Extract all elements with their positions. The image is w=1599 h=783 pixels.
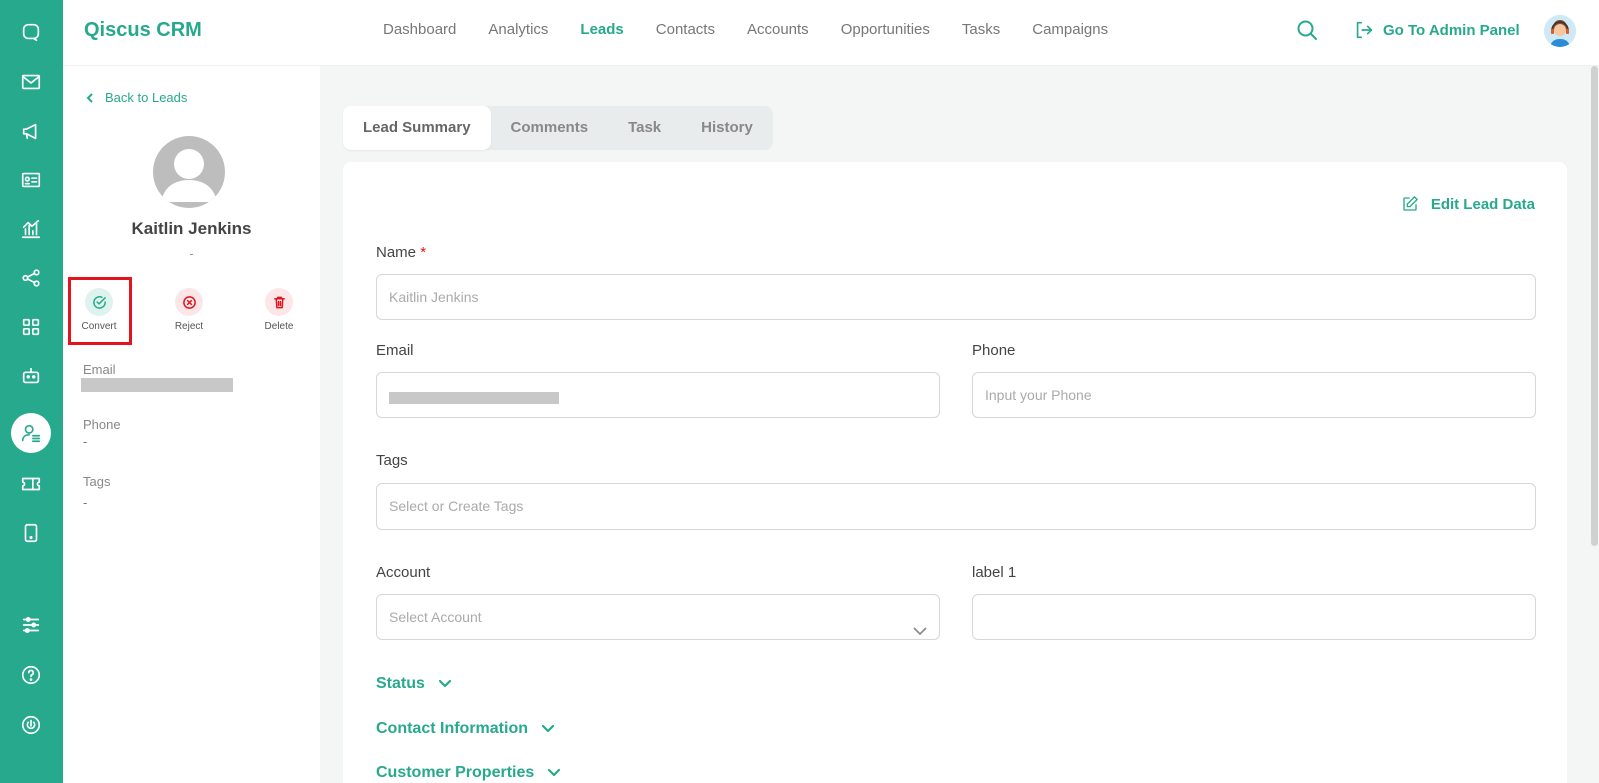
- label1-input[interactable]: [972, 594, 1536, 640]
- tab-comments[interactable]: Comments: [491, 106, 609, 150]
- chevron-down-icon: [541, 724, 555, 733]
- lead-summary-card: Edit Lead Data Name * Kaitlin Jenkins Em…: [343, 162, 1567, 783]
- lead-name: Kaitlin Jenkins: [131, 219, 252, 238]
- x-circle-icon: [175, 288, 203, 316]
- delete-label: Delete: [264, 321, 294, 332]
- lead-avatar: [153, 136, 225, 208]
- bot-icon[interactable]: [11, 356, 51, 396]
- reject-label: Reject: [174, 321, 204, 332]
- name-input[interactable]: Kaitlin Jenkins: [376, 274, 1536, 320]
- chevron-down-icon: [548, 768, 561, 777]
- edit-icon: [1403, 196, 1418, 211]
- page-scrollbar[interactable]: [1591, 66, 1598, 546]
- status-section-label: Status: [376, 675, 425, 692]
- icon-rail: [0, 0, 63, 783]
- nav-item-analytics[interactable]: Analytics: [488, 21, 548, 38]
- status-section-toggle[interactable]: Status: [376, 675, 453, 693]
- share-icon[interactable]: [11, 258, 51, 298]
- back-to-leads-link[interactable]: Back to Leads: [85, 90, 187, 105]
- convert-highlight-box: [68, 277, 132, 345]
- settings-sliders-icon[interactable]: [11, 605, 51, 645]
- tags-field-label: Tags: [376, 452, 408, 469]
- email-input[interactable]: [376, 372, 940, 418]
- help-icon[interactable]: [11, 655, 51, 695]
- lead-tabs: Lead Summary Comments Task History: [343, 106, 773, 150]
- email-input-redacted: [389, 392, 559, 404]
- main-nav: Dashboard Analytics Leads Contacts Accou…: [383, 21, 1140, 38]
- customer-properties-section-toggle[interactable]: Customer Properties: [376, 764, 562, 782]
- nav-item-dashboard[interactable]: Dashboard: [383, 21, 456, 38]
- lead-profile-panel: Back to Leads Kaitlin Jenkins - Convert …: [63, 66, 320, 783]
- phone-field-label: Phone: [972, 342, 1016, 359]
- login-icon: [1356, 21, 1373, 39]
- email-field-label: Email: [376, 342, 414, 359]
- power-icon[interactable]: [11, 705, 51, 745]
- account-select[interactable]: Select Account: [376, 594, 940, 640]
- chat-icon[interactable]: [11, 12, 51, 52]
- required-marker: *: [420, 244, 427, 261]
- top-header: Qiscus CRM Dashboard Analytics Leads Con…: [63, 0, 1599, 66]
- brand-logo[interactable]: Qiscus CRM: [84, 19, 202, 42]
- nav-item-contacts[interactable]: Contacts: [656, 21, 715, 38]
- tags-input[interactable]: Select or Create Tags: [376, 483, 1536, 530]
- chevron-left-icon: [86, 92, 93, 103]
- nav-item-tasks[interactable]: Tasks: [962, 21, 1000, 38]
- nav-item-accounts[interactable]: Accounts: [747, 21, 809, 38]
- phone-input[interactable]: Input your Phone: [972, 372, 1536, 418]
- trash-icon: [265, 288, 293, 316]
- name-label-text: Name: [376, 244, 417, 261]
- nav-item-leads[interactable]: Leads: [580, 21, 623, 38]
- contact-card-icon[interactable]: [11, 160, 51, 200]
- phone-value: -: [83, 434, 88, 449]
- edit-lead-data-label: Edit Lead Data: [1430, 195, 1535, 213]
- delete-button[interactable]: Delete: [249, 288, 309, 332]
- chevron-down-icon: [913, 611, 927, 636]
- tags-label: Tags: [83, 474, 111, 489]
- user-avatar[interactable]: [1544, 15, 1576, 47]
- nav-item-opportunities[interactable]: Opportunities: [841, 21, 930, 38]
- megaphone-icon[interactable]: [11, 111, 51, 151]
- contact-information-section-toggle[interactable]: Contact Information: [376, 720, 556, 738]
- lead-subtitle: -: [189, 246, 194, 261]
- account-placeholder: Select Account: [389, 609, 482, 625]
- nav-item-campaigns[interactable]: Campaigns: [1032, 21, 1108, 38]
- apps-icon[interactable]: [11, 307, 51, 347]
- lead-icon[interactable]: [11, 413, 51, 453]
- admin-panel-link[interactable]: Go To Admin Panel: [1353, 19, 1520, 41]
- mail-icon[interactable]: [11, 62, 51, 102]
- chart-icon[interactable]: [11, 209, 51, 249]
- back-label: Back to Leads: [105, 90, 188, 105]
- email-value-redacted: [81, 378, 233, 392]
- edit-lead-data-button[interactable]: Edit Lead Data: [1401, 195, 1535, 213]
- tab-task[interactable]: Task: [608, 106, 681, 150]
- account-field-label: Account: [376, 564, 431, 581]
- tags-value: -: [83, 495, 88, 510]
- tab-lead-summary[interactable]: Lead Summary: [343, 106, 491, 150]
- phone-label: Phone: [83, 417, 121, 432]
- reject-button[interactable]: Reject: [159, 288, 219, 332]
- email-label: Email: [83, 362, 116, 377]
- admin-panel-label: Go To Admin Panel: [1383, 21, 1520, 39]
- search-icon[interactable]: [1295, 18, 1323, 46]
- label1-field-label: label 1: [972, 564, 1017, 581]
- tab-history[interactable]: History: [681, 106, 773, 150]
- chevron-down-icon: [438, 679, 452, 688]
- ticket-icon[interactable]: [11, 464, 51, 504]
- contact-information-section-label: Contact Information: [376, 720, 528, 737]
- customer-properties-section-label: Customer Properties: [376, 764, 535, 781]
- mobile-icon[interactable]: [11, 513, 51, 553]
- name-field-label: Name *: [376, 244, 426, 261]
